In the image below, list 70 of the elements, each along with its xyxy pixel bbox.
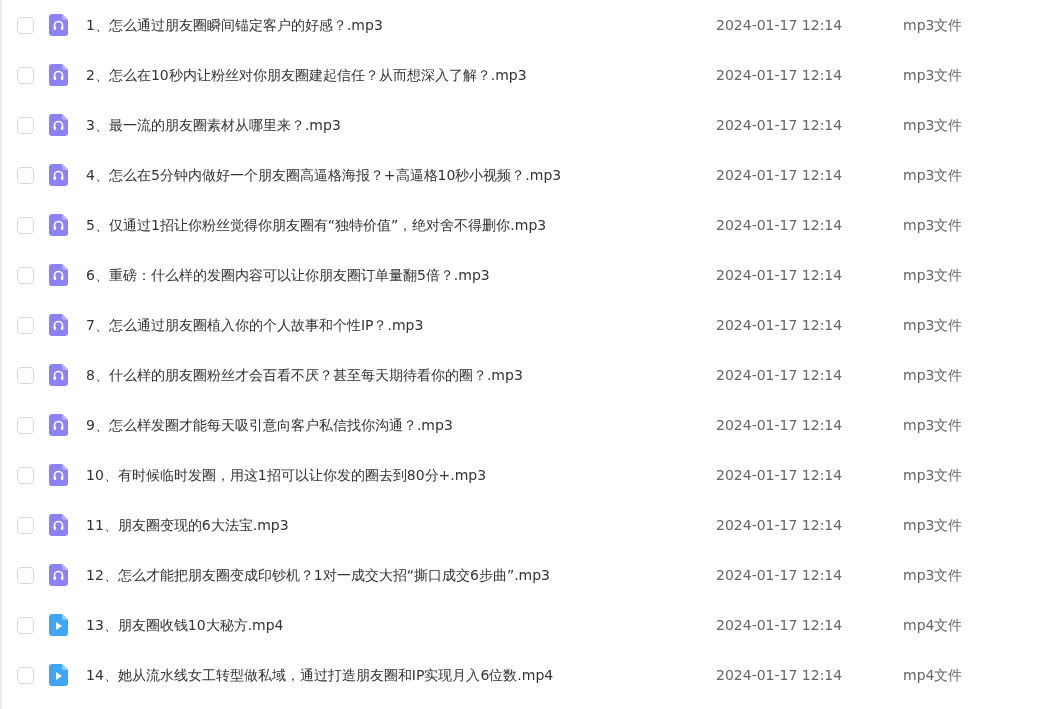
modified-date: 2024-01-17 12:14	[716, 266, 843, 283]
file-name[interactable]: 3、最一流的朋友圈素材从哪里来？.mp3	[86, 116, 341, 133]
file-name[interactable]: 8、什么样的朋友圈粉丝才会百看不厌？甚至每天期待看你的圈？.mp3	[86, 366, 523, 383]
checkbox[interactable]	[17, 666, 34, 684]
audio-file-icon	[49, 14, 68, 36]
file-type: mp3文件	[903, 566, 963, 583]
checkbox[interactable]	[17, 416, 34, 434]
checkbox[interactable]	[17, 466, 34, 484]
checkbox[interactable]	[17, 516, 34, 534]
file-type: mp3文件	[903, 466, 963, 483]
file-type: mp3文件	[903, 366, 963, 383]
checkbox[interactable]	[17, 16, 34, 34]
audio-file-icon	[49, 114, 68, 136]
modified-date: 2024-01-17 12:14	[716, 616, 843, 633]
video-file-icon	[49, 664, 68, 686]
file-name[interactable]: 10、有时候临时发圈，用这1招可以让你发的圈去到80分+.mp3	[86, 466, 487, 483]
audio-file-icon	[49, 514, 68, 536]
audio-file-icon	[49, 264, 68, 286]
file-type: mp3文件	[903, 266, 963, 283]
file-name[interactable]: 1、怎么通过朋友圈瞬间锚定客户的好感？.mp3	[86, 16, 383, 33]
modified-date: 2024-01-17 12:14	[716, 316, 843, 333]
file-name[interactable]: 4、怎么在5分钟内做好一个朋友圈高逼格海报？+高逼格10秒小视频？.mp3	[86, 166, 562, 183]
file-type: mp3文件	[903, 416, 963, 433]
file-name[interactable]: 14、她从流水线女工转型做私域，通过打造朋友圈和IP实现月入6位数.mp4	[86, 666, 554, 683]
video-file-icon	[49, 614, 68, 636]
file-type: mp4文件	[903, 616, 963, 633]
file-name[interactable]: 13、朋友圈收钱10大秘方.mp4	[86, 616, 284, 633]
file-name[interactable]: 7、怎么通过朋友圈植入你的个人故事和个性IP？.mp3	[86, 316, 424, 333]
audio-file-icon	[49, 214, 68, 236]
modified-date: 2024-01-17 12:14	[716, 116, 843, 133]
file-type: mp3文件	[903, 516, 963, 533]
file-type: mp3文件	[903, 66, 963, 83]
audio-file-icon	[49, 64, 68, 86]
file-name[interactable]: 6、重磅：什么样的发圈内容可以让你朋友圈订单量翻5倍？.mp3	[86, 266, 490, 283]
file-type: mp3文件	[903, 116, 963, 133]
file-name[interactable]: 2、怎么在10秒内让粉丝对你朋友圈建起信任？从而想深入了解？.mp3	[86, 66, 527, 83]
checkbox[interactable]	[17, 616, 34, 634]
file-name[interactable]: 5、仅通过1招让你粉丝觉得你朋友圈有“独特价值”，绝对舍不得删你.mp3	[86, 216, 547, 233]
file-name[interactable]: 9、怎么样发圈才能每天吸引意向客户私信找你沟通？.mp3	[86, 416, 453, 433]
file-type: mp3文件	[903, 16, 963, 33]
modified-date: 2024-01-17 12:14	[716, 666, 843, 683]
checkbox[interactable]	[17, 566, 34, 584]
file-type: mp3文件	[903, 316, 963, 333]
modified-date: 2024-01-17 12:14	[716, 366, 843, 383]
modified-date: 2024-01-17 12:14	[716, 416, 843, 433]
checkbox[interactable]	[17, 166, 34, 184]
file-type: mp3文件	[903, 216, 963, 233]
modified-date: 2024-01-17 12:14	[716, 516, 843, 533]
audio-file-icon	[49, 314, 68, 336]
audio-file-icon	[49, 564, 68, 586]
checkbox[interactable]	[17, 66, 34, 84]
file-type: mp3文件	[903, 166, 963, 183]
audio-file-icon	[49, 364, 68, 386]
checkbox[interactable]	[17, 316, 34, 334]
modified-date: 2024-01-17 12:14	[716, 466, 843, 483]
checkbox[interactable]	[17, 366, 34, 384]
checkbox[interactable]	[17, 266, 34, 284]
modified-date: 2024-01-17 12:14	[716, 66, 843, 83]
modified-date: 2024-01-17 12:14	[716, 216, 843, 233]
modified-date: 2024-01-17 12:14	[716, 566, 843, 583]
modified-date: 2024-01-17 12:14	[716, 16, 843, 33]
modified-date: 2024-01-17 12:14	[716, 166, 843, 183]
checkbox[interactable]	[17, 216, 34, 234]
file-type: mp4文件	[903, 666, 963, 683]
audio-file-icon	[49, 464, 68, 486]
file-name[interactable]: 12、怎么才能把朋友圈变成印钞机？1对一成交大招“撕口成交6步曲”.mp3	[86, 566, 551, 583]
audio-file-icon	[49, 164, 68, 186]
file-name[interactable]: 11、朋友圈变现的6大法宝.mp3	[86, 516, 289, 533]
audio-file-icon	[49, 414, 68, 436]
checkbox[interactable]	[17, 116, 34, 134]
